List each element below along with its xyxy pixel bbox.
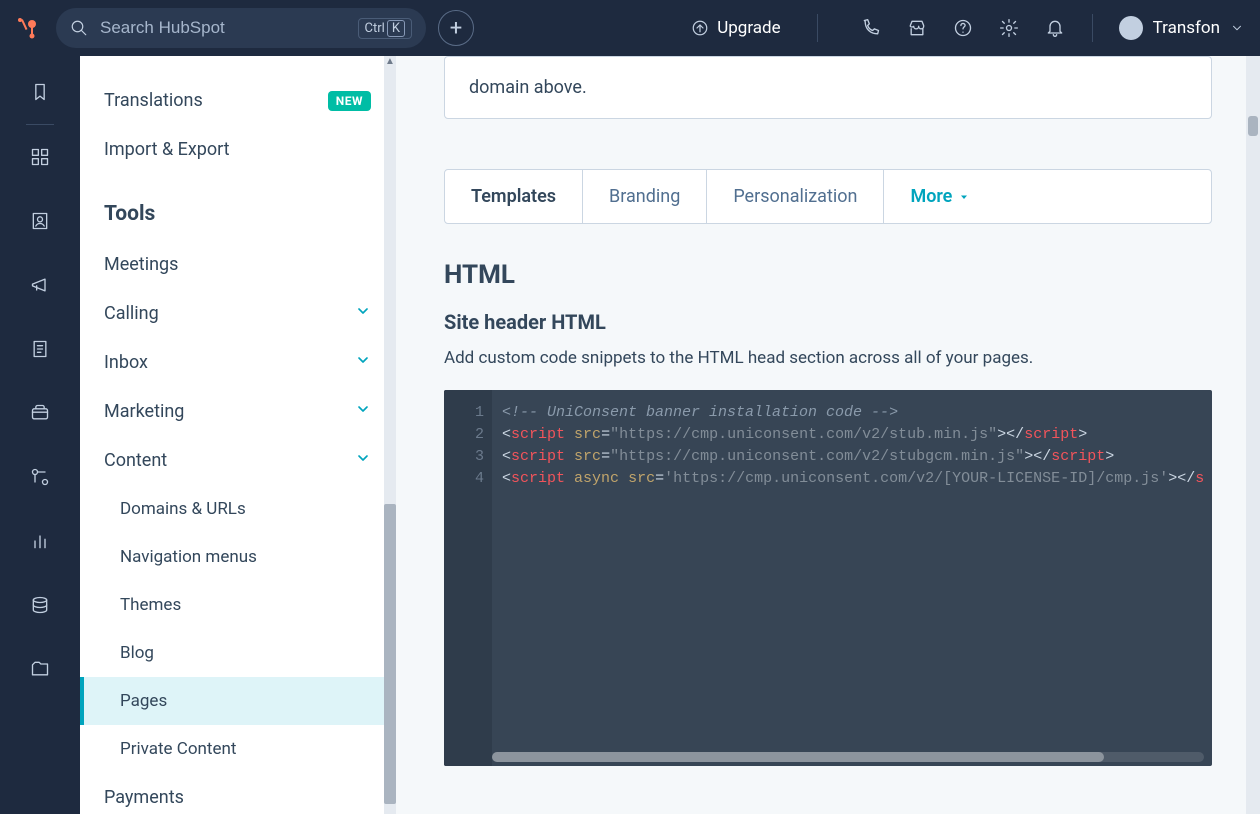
sidebar-item-label: Payments xyxy=(104,787,184,808)
search-icon xyxy=(70,19,88,37)
sidebar-item-label: Blog xyxy=(120,643,154,663)
chevron-down-icon xyxy=(355,450,371,471)
sidebar-item-payments[interactable]: Payments xyxy=(80,773,395,814)
domain-msg-text: domain above. xyxy=(469,77,587,98)
sidebar-item-content[interactable]: Content xyxy=(80,436,395,485)
scrollbar-thumb[interactable] xyxy=(1248,116,1258,136)
sidebar-item-label: Marketing xyxy=(104,401,184,422)
sidebar-item-label: Themes xyxy=(120,595,181,615)
sidebar-item-label: Private Content xyxy=(120,739,236,759)
sidebar-item-label: Meetings xyxy=(104,254,178,275)
sidebar-item-label: Translations xyxy=(104,90,203,111)
content-icon[interactable] xyxy=(28,337,52,361)
line-gutter: 1 2 3 4 xyxy=(444,390,492,766)
tab-branding[interactable]: Branding xyxy=(583,170,707,223)
crm-icon[interactable] xyxy=(28,209,52,233)
upgrade-button[interactable]: Upgrade xyxy=(681,12,790,44)
code-body[interactable]: <!-- UniConsent banner installation code… xyxy=(492,390,1212,766)
sidebar-item-navigation-menus[interactable]: Navigation menus xyxy=(80,533,395,581)
sidebar-item-label: Navigation menus xyxy=(120,547,257,567)
tab-templates[interactable]: Templates xyxy=(445,170,583,223)
topbar-divider xyxy=(817,14,818,42)
chevron-down-icon xyxy=(355,303,371,324)
search-input[interactable] xyxy=(98,17,348,39)
sidebar-item-label: Inbox xyxy=(104,352,148,373)
chevron-down-icon xyxy=(1230,21,1244,35)
settings-tabs: Templates Branding Personalization More xyxy=(444,169,1212,224)
sidebar-item-meetings[interactable]: Meetings xyxy=(80,240,395,289)
sidebar-item-themes[interactable]: Themes xyxy=(80,581,395,629)
code-editor[interactable]: 1 2 3 4 <!-- UniConsent banner installat… xyxy=(444,390,1212,766)
main-scrollbar[interactable] xyxy=(1246,56,1260,814)
reporting-icon[interactable] xyxy=(28,529,52,553)
sidebar-item-import-export[interactable]: Import & Export xyxy=(80,125,395,174)
site-header-subheading: Site header HTML xyxy=(444,310,1212,334)
scrollbar-thumb[interactable] xyxy=(384,504,396,804)
html-heading: HTML xyxy=(444,260,1212,290)
create-button[interactable]: + xyxy=(438,10,474,46)
sidebar-item-blog[interactable]: Blog xyxy=(80,629,395,677)
editor-horizontal-scrollbar[interactable] xyxy=(492,752,1204,762)
phone-icon[interactable] xyxy=(860,17,882,39)
sidebar-section-tools: Tools xyxy=(80,174,395,240)
bookmarks-icon[interactable] xyxy=(28,80,52,104)
sidebar-item-private-content[interactable]: Private Content xyxy=(80,725,395,773)
chevron-down-icon xyxy=(355,401,371,422)
scrollbar-thumb[interactable] xyxy=(492,752,1104,762)
code-line-3: <script src="https://cmp.uniconsent.com/… xyxy=(502,448,1114,465)
tab-more[interactable]: More xyxy=(884,170,996,223)
avatar xyxy=(1119,16,1143,40)
sidebar-item-label: Domains & URLs xyxy=(120,499,246,519)
tab-personalization[interactable]: Personalization xyxy=(707,170,884,223)
sidebar-item-calling[interactable]: Calling xyxy=(80,289,395,338)
settings-side-panel: Translations NEW Import & Export Tools M… xyxy=(80,56,396,814)
data-icon[interactable] xyxy=(28,593,52,617)
upgrade-label: Upgrade xyxy=(717,18,780,38)
upgrade-icon xyxy=(691,19,709,37)
main-content: domain above. Templates Branding Persona… xyxy=(396,56,1260,814)
sidebar-item-marketing[interactable]: Marketing xyxy=(80,387,395,436)
settings-icon[interactable] xyxy=(998,17,1020,39)
left-rail xyxy=(0,56,80,814)
chevron-down-icon xyxy=(355,352,371,373)
marketplace-icon[interactable] xyxy=(906,17,928,39)
new-badge: NEW xyxy=(328,91,371,111)
search-shortcut-hint: CtrlK xyxy=(358,18,412,39)
library-icon[interactable] xyxy=(28,657,52,681)
domain-info-box: domain above. xyxy=(444,56,1212,119)
help-icon[interactable] xyxy=(952,17,974,39)
automations-icon[interactable] xyxy=(28,465,52,489)
commerce-icon[interactable] xyxy=(28,401,52,425)
site-header-description: Add custom code snippets to the HTML hea… xyxy=(444,348,1212,368)
user-name: Transfon xyxy=(1153,18,1220,38)
sidebar-item-label: Pages xyxy=(120,691,167,711)
notifications-icon[interactable] xyxy=(1044,17,1066,39)
marketing-icon[interactable] xyxy=(28,273,52,297)
sidebar-item-inbox[interactable]: Inbox xyxy=(80,338,395,387)
sidebar-item-label: Calling xyxy=(104,303,159,324)
code-line-2: <script src="https://cmp.uniconsent.com/… xyxy=(502,426,1087,443)
sidebar-item-translations[interactable]: Translations NEW xyxy=(80,76,395,125)
hubspot-logo[interactable] xyxy=(16,16,40,40)
sidebar-item-domains-urls[interactable]: Domains & URLs xyxy=(80,485,395,533)
sidebar-item-label: Import & Export xyxy=(104,139,230,160)
sidebar-item-pages[interactable]: Pages xyxy=(80,677,395,725)
code-line-1: <!-- UniConsent banner installation code… xyxy=(502,404,898,421)
global-search[interactable]: CtrlK xyxy=(56,8,426,48)
sidebar-item-label: Content xyxy=(104,450,167,471)
caret-down-icon xyxy=(958,191,970,203)
code-line-4: <script async src='https://cmp.uniconsen… xyxy=(502,470,1204,487)
side-panel-scrollbar[interactable]: ▲ xyxy=(384,56,396,814)
workspaces-icon[interactable] xyxy=(28,145,52,169)
account-menu[interactable]: Transfon xyxy=(1119,16,1244,40)
topbar-divider-2 xyxy=(1092,14,1093,42)
